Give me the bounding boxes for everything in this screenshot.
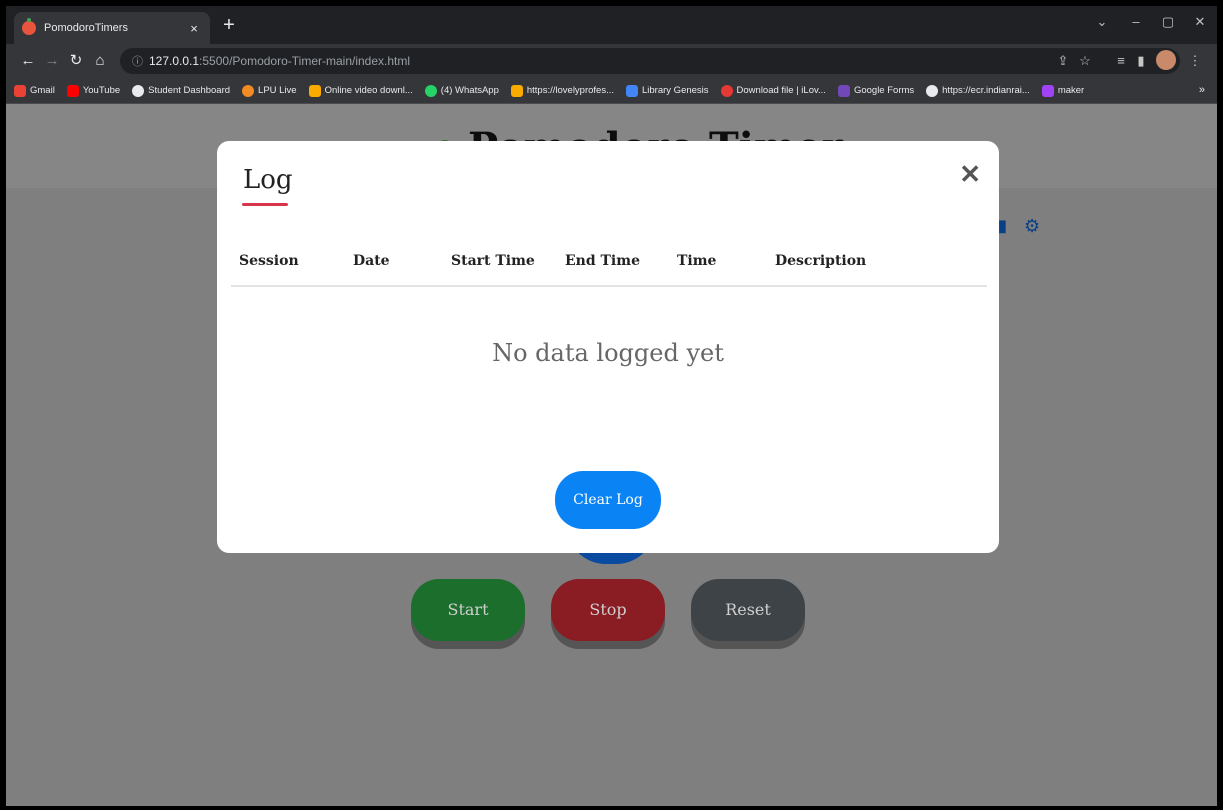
star-burst-icon xyxy=(510,84,523,97)
bookmark-ilovepdf[interactable]: Download file | iLov... xyxy=(720,84,826,97)
bookmark-library-genesis[interactable]: Library Genesis xyxy=(626,84,709,97)
tab-pomodoro[interactable]: PomodoroTimers × xyxy=(14,12,210,44)
lpu-live-icon xyxy=(242,84,255,97)
bookmark-video-downloader[interactable]: Online video downl... xyxy=(308,84,413,97)
minimize-icon[interactable]: – xyxy=(1122,14,1150,29)
restore-icon[interactable]: ▢ xyxy=(1154,14,1182,30)
title-underline xyxy=(242,203,288,206)
book-icon xyxy=(626,84,638,97)
maker-icon xyxy=(1041,84,1054,97)
stop-button[interactable]: Stop xyxy=(551,579,665,641)
forward-icon[interactable]: → xyxy=(42,52,62,70)
bookmarks-bar: Gmail YouTube Student Dashboard LPU Live… xyxy=(6,78,1217,104)
bookmark-lovelyprofes[interactable]: https://lovelyprofes... xyxy=(510,84,614,97)
share-icon[interactable]: ⇪ xyxy=(1054,53,1072,69)
tab-strip: PomodoroTimers × + ⌄ – ▢ ✕ xyxy=(6,6,1217,44)
heart-icon xyxy=(720,84,733,97)
close-icon[interactable]: ✕ xyxy=(959,159,981,190)
url-host: 127.0.0.1 xyxy=(149,54,200,68)
clear-log-button[interactable]: Clear Log xyxy=(555,471,661,529)
bookmark-gmail[interactable]: Gmail xyxy=(14,84,55,97)
bookmarks-overflow-icon[interactable]: » xyxy=(1199,84,1205,96)
bookmark-ecr-indianrail[interactable]: https://ecr.indianrai... xyxy=(926,84,1030,97)
column-header-description: Description xyxy=(767,249,987,287)
log-modal: Log ✕ Session Date Start Time End Time T… xyxy=(217,141,999,553)
bookmark-whatsapp[interactable]: (4) WhatsApp xyxy=(424,84,499,97)
globe-icon xyxy=(132,84,145,97)
log-table-header-row: Session Date Start Time End Time Time De… xyxy=(231,249,987,287)
profile-avatar-icon[interactable] xyxy=(1156,50,1176,70)
log-table: Session Date Start Time End Time Time De… xyxy=(231,249,987,287)
tab-close-icon[interactable]: × xyxy=(186,21,202,36)
modal-title: Log xyxy=(243,165,293,195)
bookmark-maker[interactable]: maker xyxy=(1041,84,1084,97)
empty-log-message: No data logged yet xyxy=(492,339,724,367)
forms-icon xyxy=(837,84,850,97)
new-tab-button[interactable]: + xyxy=(218,14,240,36)
reset-button[interactable]: Reset xyxy=(691,579,805,641)
gmail-icon xyxy=(14,84,26,97)
youtube-icon xyxy=(66,84,79,97)
site-info-icon[interactable]: ⓘ xyxy=(132,53,143,69)
column-header-date: Date xyxy=(345,249,443,287)
bookmark-student-dashboard[interactable]: Student Dashboard xyxy=(132,84,230,97)
url-path: :5500/Pomodoro-Timer-main/index.html xyxy=(199,54,411,68)
address-bar[interactable]: ⓘ 127.0.0.1 :5500/Pomodoro-Timer-main/in… xyxy=(120,48,1180,74)
menu-kebab-icon[interactable]: ⋮ xyxy=(1186,53,1204,69)
side-panel-icon[interactable]: ▮ xyxy=(1132,53,1150,69)
browser-window: PomodoroTimers × + ⌄ – ▢ ✕ ← → ↻ ⌂ ⓘ 127… xyxy=(6,6,1217,806)
bookmark-lpu-live[interactable]: LPU Live xyxy=(242,84,297,97)
home-icon[interactable]: ⌂ xyxy=(90,52,110,70)
whatsapp-icon xyxy=(424,84,437,97)
tomato-favicon-icon xyxy=(22,18,36,35)
bookmark-youtube[interactable]: YouTube xyxy=(66,84,120,97)
column-header-session: Session xyxy=(231,249,345,287)
reload-icon[interactable]: ↻ xyxy=(66,52,86,70)
tab-title: PomodoroTimers xyxy=(44,22,128,34)
gear-icon[interactable]: ⚙ xyxy=(1024,216,1040,237)
download-arrow-icon xyxy=(308,84,321,97)
reading-list-icon[interactable]: ≡ xyxy=(1112,53,1130,68)
browser-toolbar: ← → ↻ ⌂ ⓘ 127.0.0.1 :5500/Pomodoro-Timer… xyxy=(6,44,1217,78)
start-button[interactable]: Start xyxy=(411,579,525,641)
back-icon[interactable]: ← xyxy=(18,52,38,70)
bookmark-google-forms[interactable]: Google Forms xyxy=(837,84,914,97)
bookmark-star-icon[interactable]: ☆ xyxy=(1076,53,1094,69)
globe-icon xyxy=(926,84,939,97)
column-header-start-time: Start Time xyxy=(443,249,557,287)
column-header-end-time: End Time xyxy=(557,249,669,287)
column-header-time: Time xyxy=(669,249,767,287)
window-close-icon[interactable]: ✕ xyxy=(1186,14,1214,30)
tab-search-icon[interactable]: ⌄ xyxy=(1088,14,1116,30)
stats-icon[interactable]: ▮ xyxy=(998,216,1007,236)
